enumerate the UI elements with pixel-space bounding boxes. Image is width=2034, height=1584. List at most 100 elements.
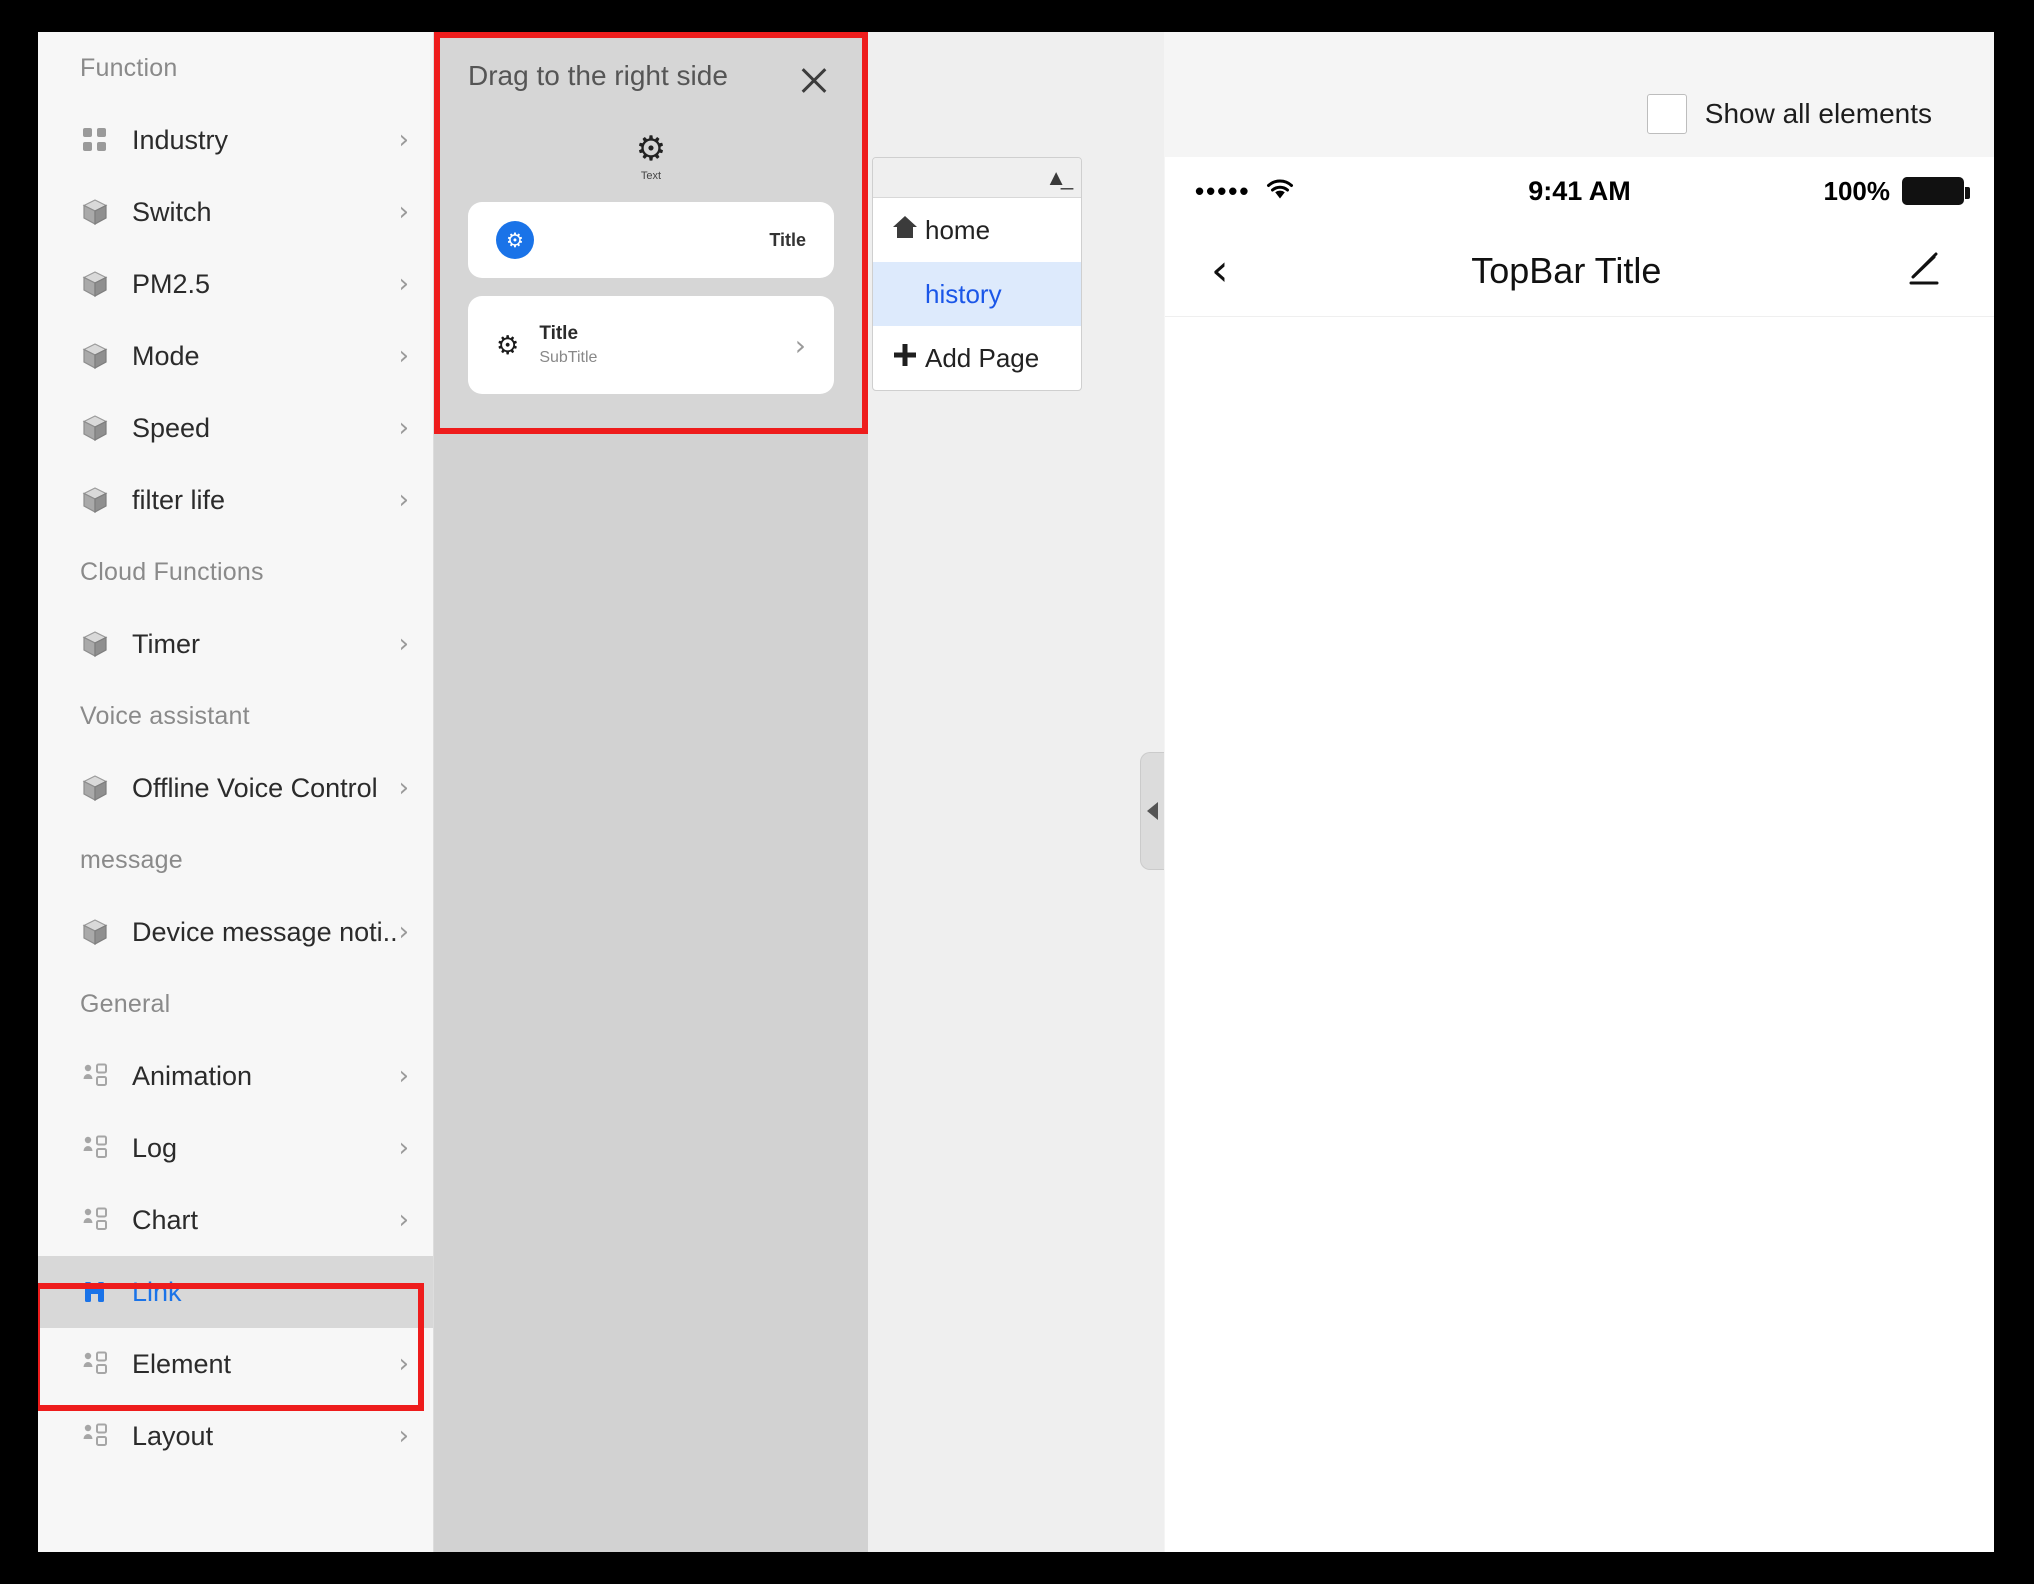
- sidebar-item-filter-life[interactable]: filter life ›: [38, 464, 433, 536]
- status-bar-right: 100%: [1631, 176, 1970, 207]
- text-chip-caption: Text: [640, 170, 662, 182]
- plus-icon: [891, 341, 925, 376]
- page-list-item-home[interactable]: home: [873, 198, 1081, 262]
- people-icon: [80, 1349, 110, 1379]
- phone-preview: ••••• 9:41 AM 100% ‹ TopBar Title: [1165, 157, 1994, 1552]
- sidebar-item-device-message-noti[interactable]: Device message noti... ›: [38, 896, 433, 968]
- sidebar-item-industry[interactable]: Industry ›: [38, 104, 433, 176]
- people-icon: [80, 1421, 110, 1451]
- cube-icon: [80, 197, 110, 227]
- sidebar-item-offline-voice-control[interactable]: Offline Voice Control ›: [38, 752, 433, 824]
- close-icon[interactable]: [794, 60, 834, 100]
- page-list-panel: ▲̲ home history Add Page: [872, 157, 1082, 391]
- gear-hex-icon: ⚙: [635, 130, 667, 168]
- chevron-left-icon[interactable]: ‹: [1211, 248, 1229, 293]
- page-list-item-add-page[interactable]: Add Page: [873, 326, 1081, 390]
- sidebar-item-label: Timer: [132, 628, 200, 659]
- drag-panel-column: Drag to the right side ⚙ Text ⚙ Title ⚙ …: [434, 32, 868, 1552]
- drag-card-subtitle-text: SubTitle: [539, 349, 598, 366]
- chevron-right-icon: ›: [398, 1205, 409, 1235]
- chevron-right-icon: ›: [398, 413, 409, 443]
- sidebar-group-title: Function: [80, 54, 178, 82]
- sidebar-item-animation[interactable]: Animation ›: [38, 1040, 433, 1112]
- cube-icon: [80, 485, 110, 515]
- sidebar-item-label: Link: [132, 1276, 182, 1307]
- chevron-right-icon: ›: [398, 1421, 409, 1451]
- show-all-elements-toggle[interactable]: Show all elements: [1646, 94, 1932, 134]
- sidebar-item-label: Animation: [132, 1060, 253, 1091]
- chevron-right-icon: ›: [398, 197, 409, 227]
- chevron-right-icon: ›: [398, 125, 409, 155]
- chevron-right-icon: ›: [398, 1349, 409, 1379]
- sidebar-item-label: Device message noti...: [132, 916, 399, 947]
- sidebar-item-speed[interactable]: Speed ›: [38, 392, 433, 464]
- sidebar-group-title: Cloud Functions: [80, 558, 264, 586]
- topbar-title: TopBar Title: [1471, 249, 1662, 291]
- sidebar-item-mode[interactable]: Mode ›: [38, 320, 433, 392]
- battery-full-icon: [1902, 177, 1970, 205]
- preview-column: Show all elements ••••• 9:41 AM 100% ‹ T…: [1164, 32, 1994, 1552]
- sidebar-item-label: Offline Voice Control: [132, 772, 378, 803]
- panel-collapse-handle[interactable]: [1140, 752, 1164, 870]
- home-icon: [891, 213, 925, 248]
- sidebar-item-label: filter life: [132, 484, 226, 515]
- sidebar-item-chart[interactable]: Chart ›: [38, 1184, 433, 1256]
- status-bar-left: •••••: [1195, 177, 1528, 205]
- chevron-right-icon: ›: [398, 773, 409, 803]
- sidebar-item-label: Mode: [132, 340, 200, 371]
- text-element-chip[interactable]: ⚙ Text: [591, 132, 711, 182]
- sidebar-group-title: General: [80, 990, 171, 1018]
- page-list-item-history[interactable]: history: [873, 262, 1081, 326]
- wifi-icon: [1265, 177, 1295, 205]
- chevron-right-icon: ›: [398, 1133, 409, 1163]
- sidebar-item-log[interactable]: Log ›: [38, 1112, 433, 1184]
- drag-card-title-label: Title: [769, 229, 806, 250]
- sidebar-item-link[interactable]: Link: [38, 1256, 433, 1328]
- chevron-right-icon: ›: [398, 629, 409, 659]
- show-all-elements-checkbox[interactable]: [1646, 94, 1687, 134]
- chevron-right-icon: ›: [398, 269, 409, 299]
- cube-icon: [80, 341, 110, 371]
- sidebar-item-label: Chart: [132, 1204, 199, 1235]
- sidebar-item-layout[interactable]: Layout ›: [38, 1400, 433, 1472]
- link-icon: [80, 1277, 110, 1307]
- cube-icon: [80, 413, 110, 443]
- sidebar-item-label: Log: [132, 1132, 178, 1163]
- sidebar-group-title: Voice assistant: [80, 702, 250, 730]
- sidebar-item-label: Switch: [132, 196, 212, 227]
- pencil-icon[interactable]: [1904, 248, 1948, 293]
- drag-panel-title: Drag to the right side: [468, 60, 728, 91]
- cube-icon: [80, 917, 110, 947]
- drag-panel: Drag to the right side ⚙ Text ⚙ Title ⚙ …: [434, 32, 868, 434]
- phone-status-bar: ••••• 9:41 AM 100%: [1165, 157, 1994, 225]
- drag-panel-header: Drag to the right side: [468, 60, 834, 108]
- collapse-up-icon[interactable]: ▲̲: [1045, 166, 1067, 189]
- chevron-right-icon: ›: [398, 917, 409, 947]
- sidebar-item-label: Speed: [132, 412, 211, 443]
- cube-icon: [80, 629, 110, 659]
- grid-icon: [80, 125, 110, 155]
- chevron-right-icon: ›: [398, 1061, 409, 1091]
- phone-top-bar: ‹ TopBar Title: [1165, 225, 1994, 317]
- people-icon: [80, 1061, 110, 1091]
- triangle-left-icon: [1147, 802, 1158, 820]
- page-list-header: ▲̲: [873, 158, 1081, 198]
- people-icon: [80, 1205, 110, 1235]
- chevron-right-icon: ›: [398, 341, 409, 371]
- sidebar-item-label: Industry: [132, 124, 229, 155]
- people-icon: [80, 1133, 110, 1163]
- cube-icon: [80, 269, 110, 299]
- drag-card-texts: Title SubTitle: [539, 323, 597, 367]
- page-list-item-label: history: [925, 278, 1002, 309]
- drag-card-title[interactable]: ⚙ Title: [468, 202, 834, 278]
- sidebar-item-element[interactable]: Element ›: [38, 1328, 433, 1400]
- drag-card-title-subtitle[interactable]: ⚙ Title SubTitle ›: [468, 296, 834, 394]
- sidebar-item-switch[interactable]: Switch ›: [38, 176, 433, 248]
- sidebar-item-timer[interactable]: Timer ›: [38, 608, 433, 680]
- sidebar-group-title: message: [80, 846, 183, 874]
- show-all-elements-label: Show all elements: [1704, 98, 1932, 129]
- signal-dots-icon: •••••: [1195, 176, 1251, 206]
- sidebar-item-pm2-5[interactable]: PM2.5 ›: [38, 248, 433, 320]
- drag-card-title-text: Title: [539, 323, 579, 344]
- gear-hex-icon: ⚙: [496, 329, 520, 360]
